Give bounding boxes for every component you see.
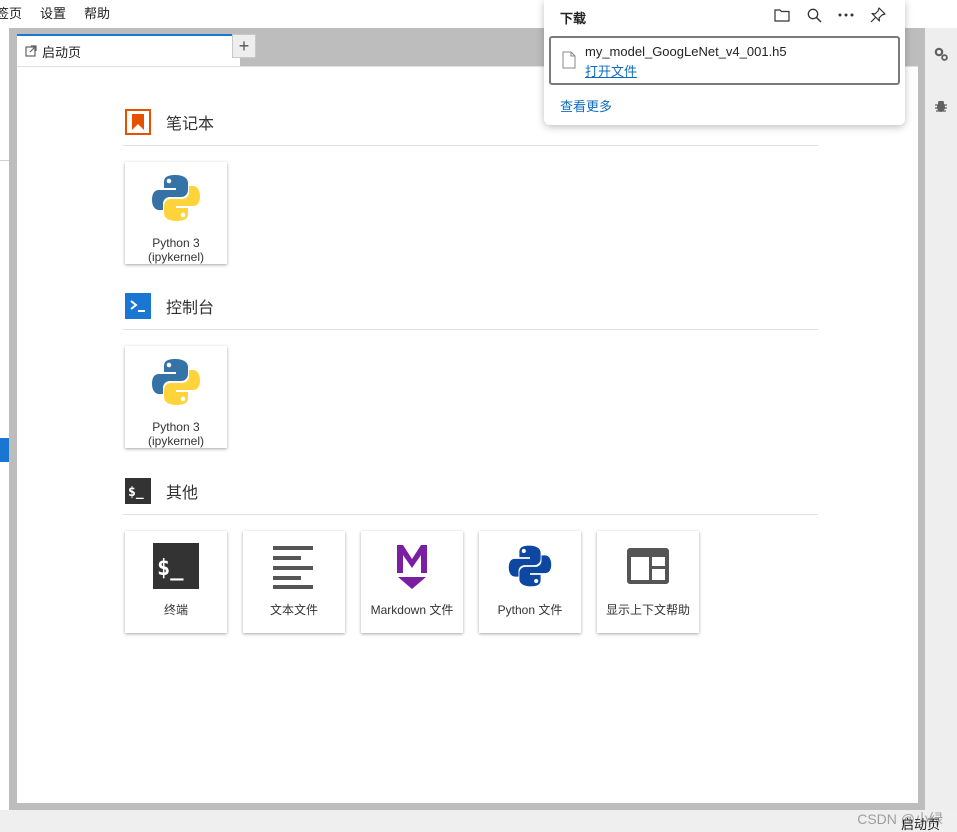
python-file-card[interactable]: Python 文件 [479, 531, 581, 633]
menu-tabs[interactable]: 签页 [0, 0, 22, 28]
see-more-link[interactable]: 查看更多 [560, 96, 612, 115]
left-sidebar-active-indicator[interactable] [0, 438, 9, 462]
downloads-popup: 下载 my_model_GoogLeNet_v4_001.h5 打开文件 查看更… [544, 0, 905, 125]
python-logo-icon [152, 175, 200, 221]
python-file-icon [508, 545, 552, 587]
console-section-title: 控制台 [166, 300, 215, 317]
text-file-label: 文本文件 [269, 603, 318, 617]
terminal-icon: $_ [153, 543, 199, 589]
markdown-icon [397, 545, 427, 589]
left-sidebar-divider [0, 160, 9, 161]
folder-icon [774, 9, 790, 22]
more-options-button[interactable] [837, 6, 855, 24]
more-icon [838, 13, 854, 17]
pin-button[interactable] [869, 6, 887, 24]
notebook-section-title: 笔记本 [166, 116, 215, 133]
console-section-divider [123, 329, 818, 330]
notebook-section-header: 笔记本 [125, 109, 214, 135]
tab-launcher[interactable]: 启动页 [17, 34, 240, 66]
other-icon: $_ [125, 478, 151, 504]
terminal-card[interactable]: $_ 终端 [125, 531, 227, 633]
text-file-icon [273, 546, 313, 589]
other-section-divider [123, 514, 818, 515]
context-help-icon [627, 548, 669, 584]
menu-help[interactable]: 帮助 [84, 0, 110, 28]
terminal-label: 终端 [163, 603, 188, 617]
python-file-label: Python 文件 [497, 603, 563, 617]
python-logo-icon [152, 359, 200, 405]
text-file-card[interactable]: 文本文件 [243, 531, 345, 633]
svg-text:$_: $_ [157, 556, 184, 581]
kernel-sub: (ipykernel) [147, 250, 204, 264]
download-item[interactable]: my_model_GoogLeNet_v4_001.h5 打开文件 [549, 36, 900, 85]
left-sidebar [0, 28, 9, 832]
search-icon [807, 8, 822, 23]
status-tab-label: 启动页 [900, 817, 940, 832]
markdown-file-label: Markdown 文件 [370, 603, 454, 617]
console-python3-label: Python 3 (ipykernel) [148, 420, 204, 448]
launch-icon [25, 45, 37, 57]
open-file-link[interactable]: 打开文件 [585, 61, 637, 80]
tab-launcher-label: 启动页 [42, 44, 82, 60]
kernel-name: Python 3 [152, 236, 200, 250]
other-section-title: 其他 [166, 485, 199, 502]
notebook-python3-card[interactable]: Python 3 (ipykernel) [125, 162, 227, 264]
open-folder-button[interactable] [773, 6, 791, 24]
new-tab-button[interactable]: + [232, 34, 256, 58]
notebook-icon [125, 109, 151, 135]
console-icon [125, 293, 151, 319]
download-file-name: my_model_GoogLeNet_v4_001.h5 [585, 44, 787, 59]
other-section-header: $_ 其他 [125, 478, 198, 504]
svg-text:$_: $_ [128, 485, 144, 500]
file-icon [562, 51, 576, 69]
notebook-python3-label: Python 3 (ipykernel) [148, 236, 204, 264]
pin-icon [870, 7, 886, 23]
right-sidebar [925, 28, 957, 810]
context-help-label: 显示上下文帮助 [605, 603, 690, 617]
status-bar: CSDN @小绿 启动页 [0, 810, 957, 832]
kernel-sub: (ipykernel) [147, 434, 204, 448]
debugger-bug-icon[interactable] [933, 98, 949, 114]
property-inspector-icon[interactable] [933, 46, 949, 62]
console-python3-card[interactable]: Python 3 (ipykernel) [125, 346, 227, 448]
context-help-card[interactable]: 显示上下文帮助 [597, 531, 699, 633]
downloads-title: 下载 [560, 11, 587, 26]
console-section-header: 控制台 [125, 293, 214, 319]
menu-settings[interactable]: 设置 [40, 0, 66, 28]
kernel-name: Python 3 [152, 420, 200, 434]
notebook-section-divider [123, 145, 818, 146]
search-downloads-button[interactable] [805, 6, 823, 24]
markdown-file-card[interactable]: Markdown 文件 [361, 531, 463, 633]
